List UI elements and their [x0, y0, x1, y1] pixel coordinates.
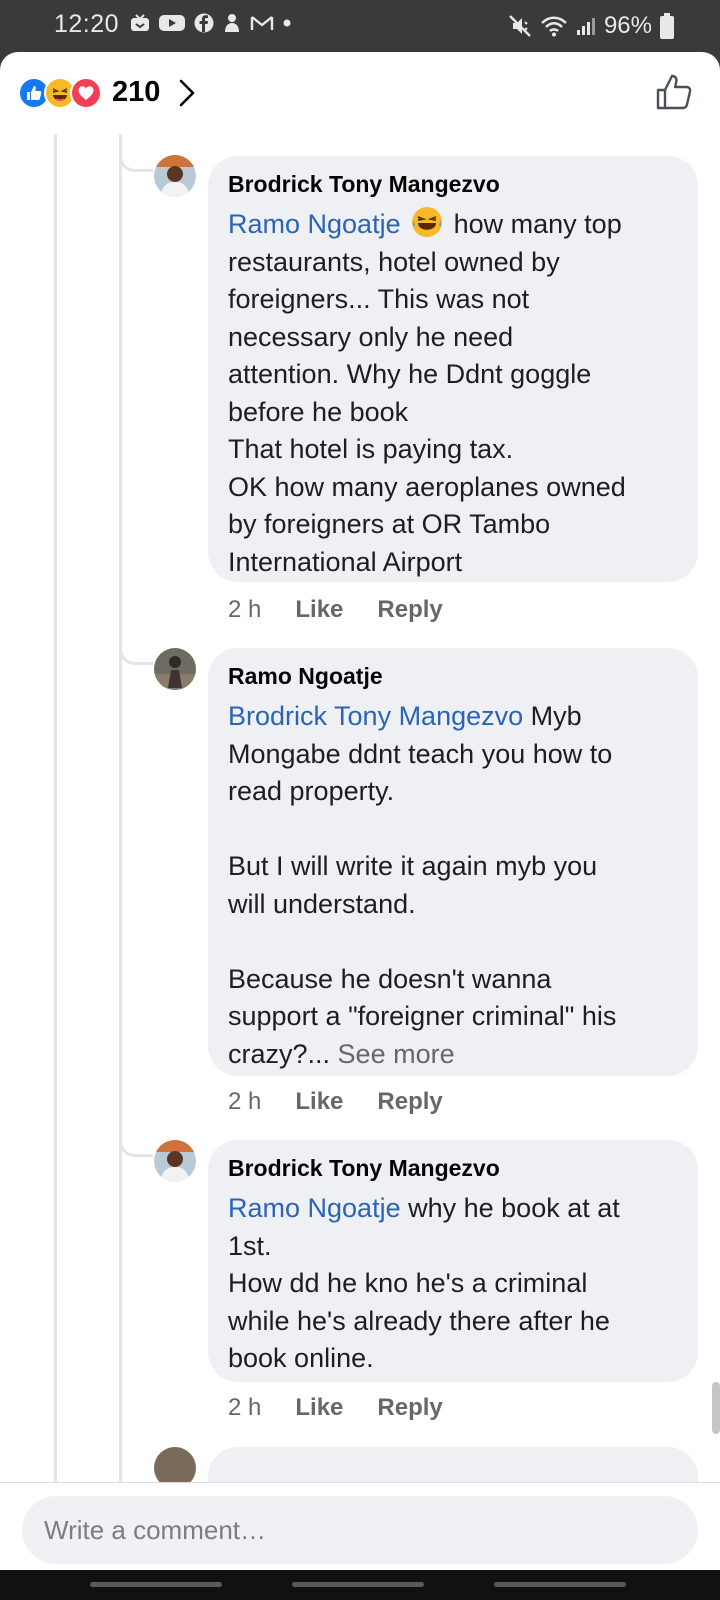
battery-percent: 96%	[603, 12, 652, 39]
reply-button[interactable]: Reply	[377, 1088, 442, 1116]
comment-line: before he book	[228, 396, 409, 427]
comment-line: how many top	[453, 209, 622, 239]
comment-line: attention. Why he Ddnt goggle	[228, 359, 592, 389]
love-reaction-icon	[70, 76, 102, 109]
chevron-right-icon[interactable]	[178, 79, 196, 107]
comment-composer	[0, 1482, 720, 1570]
comment-line: International Airport	[228, 546, 463, 577]
thread-line-outer	[54, 134, 57, 1482]
nav-recents-button[interactable]	[90, 1582, 222, 1587]
comment-author[interactable]: Brodrick Tony Mangezvo	[228, 170, 678, 198]
screen: 12:20 96% 210 Brodrick Tony Mangezvo Ram…	[0, 0, 720, 1600]
mention-link[interactable]: Ramo Ngoatje	[228, 1193, 401, 1223]
comment-time: 2 h	[228, 596, 262, 623]
comment-line: OK how many aeroplanes owned	[228, 471, 626, 502]
comment-text: Brodrick Tony Mangezvo Myb Mongabe ddnt …	[228, 698, 678, 1073]
status-icons-left	[130, 13, 291, 33]
avatar[interactable]	[154, 1140, 196, 1182]
comment-bubble: Ramo Ngoatje Brodrick Tony Mangezvo Myb …	[208, 648, 698, 1076]
avatar[interactable]	[154, 155, 196, 197]
comment-line: That hotel is paying tax.	[228, 434, 514, 464]
reaction-count: 210	[112, 76, 161, 108]
comments-header: 210	[0, 52, 720, 132]
facebook-icon	[194, 13, 214, 33]
comment-text: Ramo Ngoatje why he book at at 1st. How …	[228, 1190, 678, 1378]
scrollbar-thumb[interactable]	[712, 1382, 720, 1434]
avatar[interactable]	[154, 648, 196, 690]
comment-time: 2 h	[228, 1394, 262, 1421]
app-icon	[225, 14, 239, 32]
comment-bubble: Brodrick Tony Mangezvo Ramo Ngoatje why …	[208, 1140, 698, 1382]
comment-line: foreigners... This was not	[228, 284, 530, 314]
youtube-icon	[159, 15, 185, 31]
comment-line: support a "foreigner criminal" his	[228, 1001, 617, 1031]
mention-link[interactable]: Ramo Ngoatje	[228, 209, 401, 239]
comments-sheet: 210 Brodrick Tony Mangezvo Ramo Ngoatje …	[0, 52, 720, 1570]
reactions-summary[interactable]: 210	[18, 76, 196, 109]
gmail-icon	[250, 16, 274, 30]
comment-bubble: Brodrick Tony Mangezvo Ramo Ngoatje how …	[208, 156, 698, 582]
comment-text: Ramo Ngoatje how many top restaurants, h…	[228, 206, 678, 581]
thread-connector	[119, 1139, 153, 1157]
thread-line-inner	[119, 134, 122, 1482]
system-nav-bar	[0, 1570, 720, 1600]
battery-icon	[660, 13, 674, 39]
comment-input[interactable]	[22, 1496, 698, 1564]
nav-back-button[interactable]	[494, 1582, 626, 1587]
comment-author[interactable]: Brodrick Tony Mangezvo	[228, 1154, 678, 1182]
like-button[interactable]: Like	[295, 1394, 343, 1422]
mention-link[interactable]: Brodrick Tony Mangezvo	[228, 701, 523, 731]
comment-line: Mongabe ddnt teach you how to	[228, 738, 613, 769]
nav-home-button[interactable]	[292, 1582, 424, 1587]
comment-line: while he's already there after he	[228, 1305, 610, 1336]
status-icons-right: 96%	[508, 12, 674, 40]
mute-icon	[509, 15, 531, 37]
comment-time: 2 h	[228, 1088, 262, 1115]
comment-line: 1st.	[228, 1230, 272, 1261]
comment-line: book online.	[228, 1343, 374, 1373]
comment-actions: 2 h Like Reply	[228, 1394, 443, 1422]
comment-line: why he book at at	[408, 1193, 620, 1223]
status-time: 12:20	[54, 10, 120, 38]
thread-connector	[119, 154, 153, 172]
signal-icon	[576, 18, 595, 35]
comment-line: will understand.	[228, 888, 416, 919]
comment-author[interactable]: Ramo Ngoatje	[228, 662, 678, 690]
reply-button[interactable]: Reply	[377, 1394, 442, 1422]
wifi-icon	[541, 16, 567, 37]
comment-actions: 2 h Like Reply	[228, 596, 443, 624]
notification-icon	[131, 14, 149, 31]
comment-line: by foreigners at OR Tambo	[228, 509, 551, 539]
comment-line: How dd he kno he's a criminal	[228, 1268, 588, 1298]
like-button[interactable]: Like	[295, 596, 343, 624]
thread-connector	[119, 647, 153, 665]
like-post-button[interactable]	[654, 72, 694, 112]
status-bar: 12:20 96%	[0, 0, 720, 52]
comment-actions: 2 h Like Reply	[228, 1088, 443, 1116]
comment-line: But I will write it again myb you	[228, 851, 598, 881]
comment-line: read property.	[228, 776, 395, 806]
comment-line: Myb	[530, 701, 582, 731]
see-more-link[interactable]: See more	[338, 1039, 455, 1069]
dot-icon	[283, 19, 291, 27]
like-button[interactable]: Like	[295, 1088, 343, 1116]
comment-line: crazy?...	[228, 1038, 331, 1069]
comment-line: Because he doesn't wanna	[228, 963, 552, 994]
comment-line: restaurants, hotel owned by	[228, 246, 560, 277]
comment-line: necessary only he need	[228, 321, 514, 352]
laughing-emoji-icon	[412, 207, 443, 237]
reply-button[interactable]: Reply	[377, 596, 442, 624]
